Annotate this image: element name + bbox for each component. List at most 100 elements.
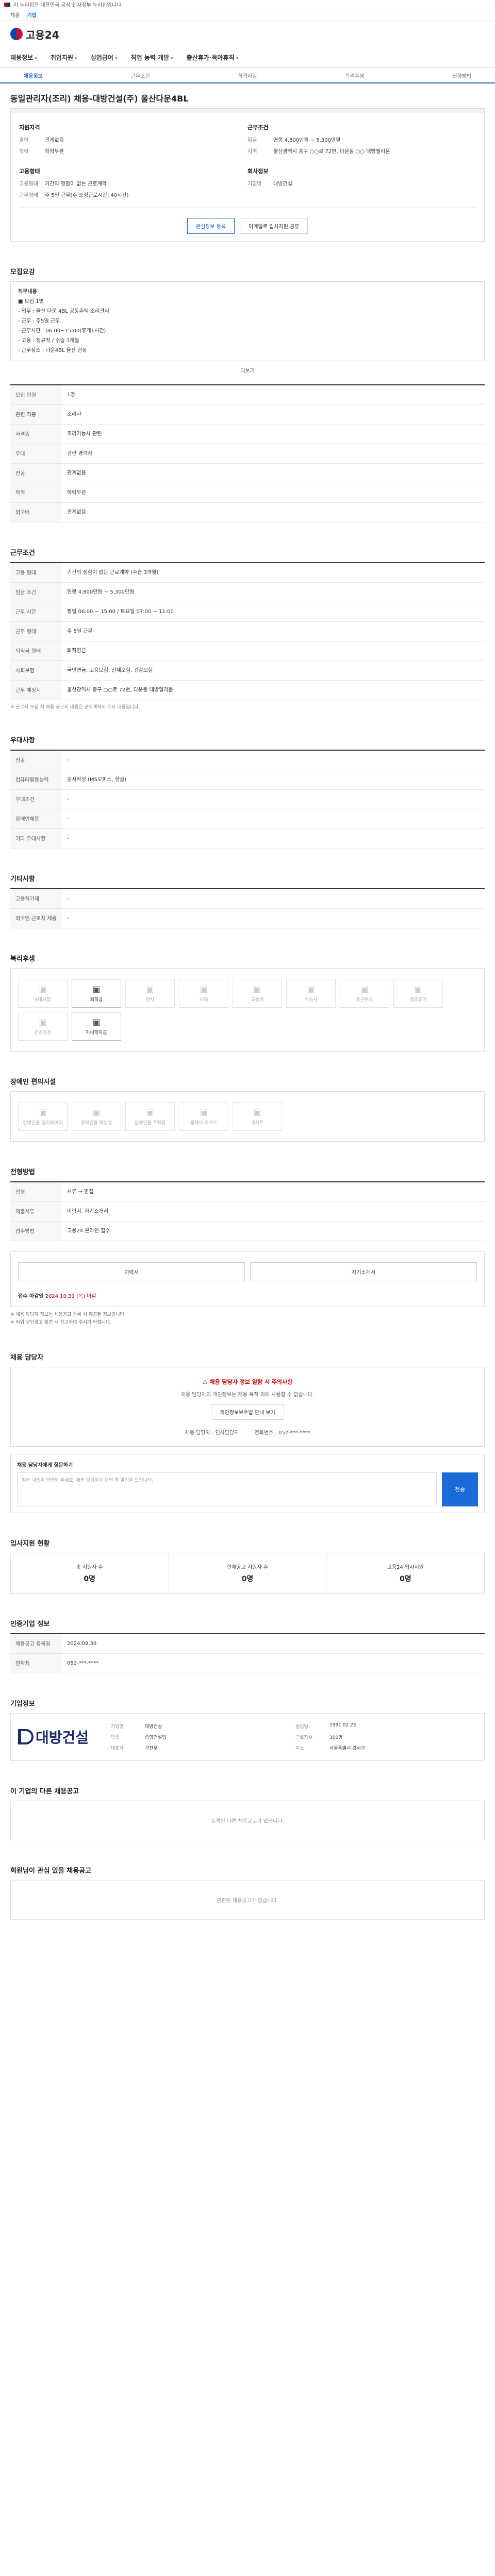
table-row: 컴퓨터활용능력 문서작성 (MS오피스, 한글) — [10, 770, 485, 790]
section-title: 장애인 편의시설 — [10, 1078, 56, 1086]
nav-leave[interactable]: 출산휴가·육아휴직 — [187, 53, 239, 62]
row-key: 자격증 — [10, 424, 62, 444]
row-value: 관계없음 — [62, 502, 485, 522]
row-key: 모집 인원 — [10, 385, 62, 405]
nav-training[interactable]: 직업 능력 개발 — [130, 53, 173, 62]
table-row: 우대조건 - — [10, 789, 485, 809]
kv-key: 전화번호 — [254, 1430, 274, 1436]
company-logo-text: 대방건설 — [36, 1729, 89, 1747]
row-key: 퇴직금 형태 — [10, 641, 62, 661]
tab-education[interactable]: 학력사항 — [238, 72, 257, 79]
row-key: 기타 우대사항 — [10, 828, 62, 849]
feature-icon: ▣ — [39, 1107, 47, 1117]
table-row: 연락처 052-***-**** — [10, 1653, 485, 1673]
row-value: - — [62, 809, 485, 829]
feature-icon: ▣ — [146, 1107, 154, 1117]
empty-state: 등록된 다른 채용공고가 없습니다. — [10, 1800, 485, 1840]
feature-tile: ▣ 식대 — [179, 979, 228, 1008]
feature-tile: ▣ 교통비 — [233, 979, 282, 1008]
manager-alert: ⚠ 채용 담당자 정보 열람 시 주의사항 채용 담당자의 개인정보는 채용 목… — [10, 1366, 485, 1447]
kv-key: 근무형태 — [19, 193, 38, 198]
kv-key: 업종 — [111, 1735, 120, 1740]
feature-icon: ▣ — [39, 1017, 47, 1027]
duty-line: - 근무시간 : 06:00~15:00(휴게1시간) — [18, 328, 106, 334]
row-value: 문서작성 (MS오피스, 한글) — [62, 770, 485, 790]
privacy-guide-button[interactable]: 개인정보보호법 안내 보기 — [211, 1403, 284, 1420]
table-row: 근무 형태 주 5일 근무 — [10, 621, 485, 641]
row-value: 052-***-**** — [62, 1653, 485, 1673]
tab-selection[interactable]: 전형방법 — [452, 72, 471, 79]
feature-tile: ▣ 건강검진 — [18, 1012, 68, 1041]
feature-tile: ▣ 퇴직금 — [72, 979, 121, 1008]
feature-label: 경사로 — [251, 1121, 264, 1126]
gov-banner: 이 누리집은 대한민국 공식 전자정부 누리집입니다. — [0, 0, 495, 9]
stat-item: 현재공고 지원자 수 0명 — [169, 1553, 327, 1593]
feature-icon: ▣ — [146, 984, 154, 994]
row-value: 국민연금, 고용보험, 산재보험, 건강보험 — [62, 660, 485, 681]
share-email-button[interactable]: 이메일로 입사지원 공유 — [240, 218, 308, 234]
kv-value: 052-***-**** — [278, 1430, 310, 1436]
kv-key: 설립일 — [295, 1724, 308, 1730]
resume-button[interactable]: 이력서 — [18, 1262, 245, 1281]
company-logo-icon — [18, 1729, 34, 1745]
row-value: 기간의 정함이 없는 근로계약 (수습 3개월) — [62, 563, 485, 583]
tab-jobseeker[interactable]: 채용 — [10, 11, 20, 19]
table-row: 우대 관련 경력자 — [10, 444, 485, 464]
feature-tile: ▣ 연차 — [125, 979, 175, 1008]
kv-value: 종합건설업 — [145, 1735, 167, 1740]
row-key: 컴퓨터활용능력 — [10, 770, 62, 790]
section-title: 입사지원 현황 — [10, 1539, 50, 1548]
feature-tile: ▣ 장애인용 엘리베이터 — [18, 1102, 68, 1131]
row-value: 고용24 온라인 접수 — [62, 1221, 485, 1241]
stat-label: 고용24 입사지원 — [387, 1564, 424, 1570]
row-key: 전형 — [10, 1182, 62, 1202]
summary-heading: 회사정보 — [248, 168, 269, 175]
deadline-label: 접수 마감일 — [18, 1294, 44, 1299]
table-row: 자격증 조리기능사 관련 — [10, 424, 485, 444]
company-card: 대방건설 기업명 대방건설 설립일 1991.02.23 업종 종합건설업 근로자수 300명… — [10, 1713, 485, 1761]
row-key: 임금 조건 — [10, 582, 62, 602]
table-row: 근무 시간 평일 06:00 ~ 15:00 / 토요일 07:00 ~ 11:0… — [10, 602, 485, 622]
table-row: 제출서류 이력서, 자기소개서 — [10, 1201, 485, 1222]
section-title: 회원님이 관심 있을 채용공고 — [10, 1867, 92, 1875]
table-row: 고용허가제 - — [10, 889, 485, 909]
tab-welfare[interactable]: 복리후생 — [345, 72, 364, 79]
inquiry-title: 채용 담당자에게 질문하기 — [17, 1462, 73, 1468]
welfare-grid: ▣ 4대보험 ▣ 퇴직금 ▣ 연차 ▣ 식대 ▣ 교통비 ▣ 기숙사 ▣ 통근버스 ▣ 경조휴가 ▣ 건강검진 ▣ 자… — [10, 968, 485, 1052]
row-value: 2024.09.30 — [62, 1633, 485, 1654]
nav-jobs[interactable]: 채용정보 — [10, 53, 37, 62]
alert-icon: ⚠ — [202, 1378, 210, 1385]
feature-label: 통근버스 — [356, 997, 373, 1003]
warning-line: ※ 허위 구인광고 발견 시 신고하여 주시기 바랍니다. — [10, 1320, 112, 1326]
table-row: 외국어 관계없음 — [10, 502, 485, 522]
kv-key: 근로자수 — [295, 1735, 313, 1740]
inquiry-input[interactable]: 질문 내용을 입력해 주세요. 채용 담당자가 답변 후 알림을 드립니다. — [17, 1472, 437, 1506]
warning-line: ※ 채용 담당자 정보는 채용공고 등록 시 제공된 정보입니다. — [10, 1312, 126, 1317]
nav-support[interactable]: 취업지원 — [51, 53, 77, 62]
kv-key: 대표자 — [111, 1745, 124, 1751]
feature-tile: ▣ 기숙사 — [286, 979, 336, 1008]
feature-label: 경조휴가 — [409, 997, 427, 1003]
row-key: 외국인 근로자 채용 — [10, 908, 62, 928]
logo-icon[interactable] — [10, 28, 23, 40]
section-title: 인증기업 정보 — [10, 1620, 50, 1628]
save-interest-button[interactable]: 관심정보 등록 — [187, 218, 235, 234]
alert-body: 채용 담당자의 개인정보는 채용 목적 외에 사용할 수 없습니다. — [180, 1392, 315, 1398]
tab-company[interactable]: 기업 — [27, 11, 36, 19]
kv-value: 학력무관 — [45, 149, 64, 155]
summary-card: 지원자격 경력 관계없음 학력 학력무관 고용형태 고용형태 기간의 정함이 없는 근… — [10, 108, 485, 242]
feature-tile: ▣ 휠체어 리프트 — [179, 1102, 228, 1131]
tab-jobinfo[interactable]: 채용정보 — [24, 72, 43, 79]
section-title: 이 기업의 다른 채용공고 — [10, 1787, 79, 1795]
feature-label: 자녀학자금 — [86, 1030, 107, 1036]
row-key: 채용공고 등록일 — [10, 1633, 62, 1654]
logo[interactable]: 고용24 — [26, 27, 59, 42]
send-button[interactable]: 전송 — [442, 1472, 478, 1506]
nav-benefit[interactable]: 실업급여 — [91, 53, 118, 62]
more-button[interactable]: 더보기 — [10, 366, 485, 374]
cover-letter-button[interactable]: 자기소개서 — [250, 1262, 477, 1281]
tab-conditions[interactable]: 근무조건 — [131, 72, 150, 79]
alert-title: 채용 담당자 정보 열람 시 주의사항 — [209, 1378, 293, 1385]
kv-key: 기업명 — [111, 1724, 124, 1730]
selection-table: 전형 서류 → 면접 제출서류 이력서, 자기소개서 접수방법 고용24 온라인 접수 — [10, 1181, 485, 1241]
